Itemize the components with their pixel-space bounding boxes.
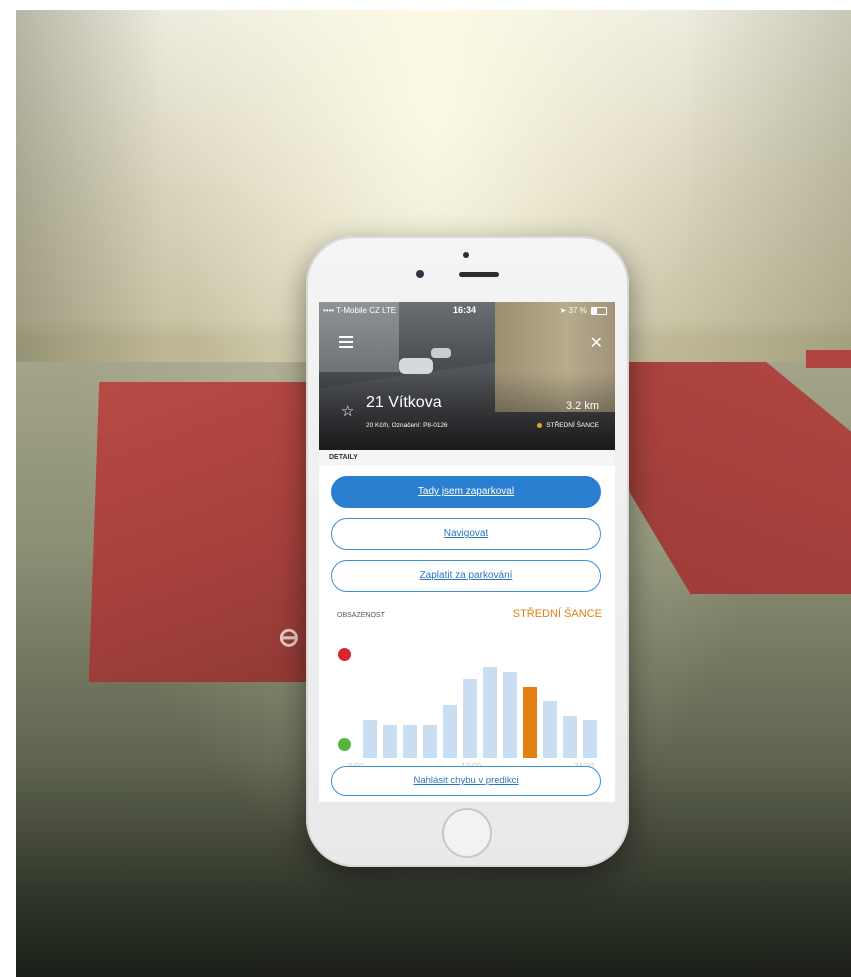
street-photo-header: •••• T-Mobile CZ LTE 16:34 ➤ 37 % ✕ ☆ 21… (319, 302, 615, 450)
app-screen: •••• T-Mobile CZ LTE 16:34 ➤ 37 % ✕ ☆ 21… (319, 302, 615, 802)
close-icon[interactable]: ✕ (590, 333, 603, 353)
thumbs-up-icon (338, 738, 351, 751)
clock: 16:34 (453, 305, 477, 315)
home-button[interactable] (442, 808, 492, 858)
occupancy-bar-18:00 (543, 700, 557, 758)
street-title: 21 Vítkova (366, 394, 442, 411)
phone-device: •••• T-Mobile CZ LTE 16:34 ➤ 37 % ✕ ☆ 21… (306, 236, 629, 867)
occupancy-bar-16:00 (523, 686, 537, 758)
chance-dot-icon (537, 422, 543, 428)
occupancy-bar-12:00 (483, 666, 497, 758)
pay-parking-button[interactable]: Zaplatit za parkování (331, 560, 601, 592)
status-right: ➤ 37 % (560, 306, 607, 315)
occupancy-bar-4:00 (403, 725, 417, 758)
occupancy-bar-14:00 (503, 672, 517, 758)
occupancy-bar-10:00 (463, 678, 477, 758)
occupancy-chart: 0:00 12:00 24:00 (319, 630, 615, 780)
location-arrow-icon: ➤ (559, 306, 567, 315)
ground-marking-symbol: ⊖ (278, 622, 300, 652)
price-and-zone-label: 20 Kč/h, Označení: P8-0126 (366, 422, 448, 429)
hamburger-menu-icon[interactable] (339, 336, 353, 348)
parked-here-button[interactable]: Tady jsem zaparkoval (331, 476, 601, 508)
occupancy-bar-20:00 (563, 716, 577, 758)
red-parking-spot-left (88, 382, 340, 682)
occupancy-status: STŘEDNÍ ŠANCE (512, 608, 602, 620)
favorite-star-icon[interactable]: ☆ (341, 402, 354, 420)
red-parking-spot-edge (806, 350, 851, 368)
battery-icon (591, 306, 607, 315)
carrier-label: •••• T-Mobile CZ LTE (323, 306, 397, 315)
navigate-button[interactable]: Navigovat (331, 518, 601, 550)
chance-indicator: STŘEDNÍ ŠANCE (537, 422, 599, 429)
occupancy-bar-22:00 (583, 719, 597, 758)
occupancy-label: OBSAZENOST (337, 612, 385, 619)
distance-label: 3.2 km (565, 400, 599, 412)
phone-speaker (459, 272, 499, 277)
status-bar: •••• T-Mobile CZ LTE 16:34 ➤ 37 % (319, 304, 615, 318)
thumbs-down-icon (338, 648, 351, 661)
occupancy-bar-0:00 (363, 719, 377, 758)
section-header-detaily: DETAILY (319, 450, 615, 466)
phone-sensor (463, 252, 469, 258)
header-photo-car (431, 348, 451, 358)
front-camera (416, 270, 424, 278)
occupancy-bar-6:00 (423, 725, 437, 758)
occupancy-bar-2:00 (383, 725, 397, 758)
occupancy-bars (360, 648, 600, 758)
battery-percent: 37 % (568, 306, 587, 315)
report-prediction-error-button[interactable]: Nahlásit chybu v predikci (331, 766, 601, 796)
chance-label: STŘEDNÍ ŠANCE (546, 422, 599, 429)
occupancy-bar-8:00 (443, 705, 457, 758)
